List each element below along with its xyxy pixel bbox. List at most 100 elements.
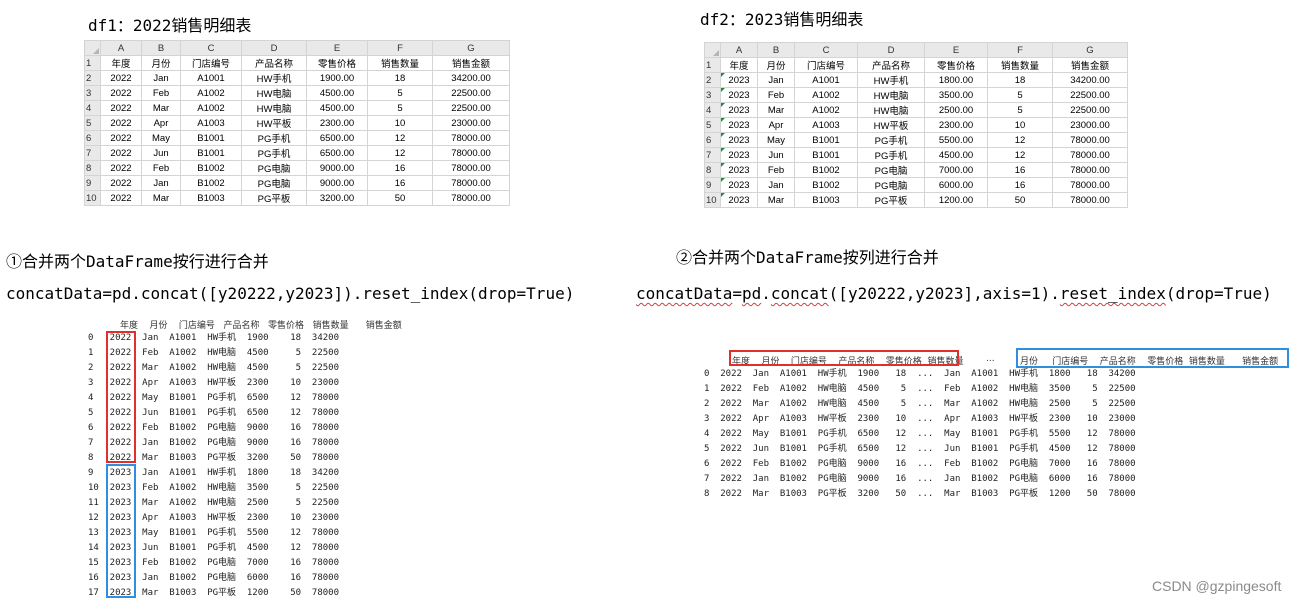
sheet-cell[interactable]: Apr: [141, 115, 181, 131]
row-number[interactable]: 5: [84, 115, 101, 131]
sheet-cell[interactable]: 月份: [757, 57, 795, 73]
column-header[interactable]: F: [367, 40, 433, 56]
sheet-cell[interactable]: 销售金额: [1052, 57, 1128, 73]
sheet-cell[interactable]: 34200.00: [432, 70, 510, 86]
sheet-cell[interactable]: 16: [367, 160, 433, 176]
sheet-cell[interactable]: Jan: [757, 177, 795, 193]
sheet-cell[interactable]: 12: [367, 130, 433, 146]
sheet-cell[interactable]: 12: [987, 132, 1053, 148]
sheet-cell[interactable]: 5: [987, 102, 1053, 118]
sheet-cell[interactable]: B1002: [180, 160, 242, 176]
sheet-cell[interactable]: 年度: [720, 57, 758, 73]
column-header[interactable]: E: [924, 42, 988, 58]
sheet-cell[interactable]: 2022: [100, 85, 142, 101]
row-number[interactable]: 5: [704, 117, 721, 133]
sheet-cell[interactable]: 22500.00: [432, 85, 510, 101]
sheet-cell[interactable]: 16: [367, 175, 433, 191]
sheet-cell[interactable]: 6000.00: [924, 177, 988, 193]
sheet-cell[interactable]: B1001: [180, 130, 242, 146]
column-header[interactable]: C: [180, 40, 242, 56]
sheet-cell[interactable]: 34200.00: [1052, 72, 1128, 88]
sheet-cell[interactable]: 5: [987, 87, 1053, 103]
sheet-cell[interactable]: 2022: [100, 160, 142, 176]
sheet-cell[interactable]: A1003: [180, 115, 242, 131]
sheet-cell[interactable]: 2022: [100, 100, 142, 116]
sheet-cell[interactable]: 78000.00: [432, 145, 510, 161]
row-number[interactable]: 9: [704, 177, 721, 193]
row-number[interactable]: 10: [704, 192, 721, 208]
sheet-cell[interactable]: A1002: [180, 100, 242, 116]
sheet-cell[interactable]: Feb: [141, 160, 181, 176]
sheet-cell[interactable]: 78000.00: [432, 175, 510, 191]
column-header[interactable]: G: [1052, 42, 1128, 58]
sheet-cell[interactable]: 78000.00: [1052, 192, 1128, 208]
sheet-cell[interactable]: 2023: [720, 147, 758, 163]
sheet-cell[interactable]: A1001: [794, 72, 858, 88]
row-number[interactable]: 2: [84, 70, 101, 86]
sheet-cell[interactable]: HW电脑: [857, 87, 925, 103]
sheet-cell[interactable]: Feb: [757, 87, 795, 103]
sheet-cell[interactable]: 1900.00: [306, 70, 368, 86]
row-number[interactable]: 4: [704, 102, 721, 118]
sheet-cell[interactable]: 22500.00: [1052, 102, 1128, 118]
sheet-cell[interactable]: 产品名称: [857, 57, 925, 73]
column-header[interactable]: G: [432, 40, 510, 56]
sheet-cell[interactable]: 2023: [720, 102, 758, 118]
sheet-cell[interactable]: 年度: [100, 55, 142, 71]
column-header[interactable]: E: [306, 40, 368, 56]
row-number[interactable]: 3: [704, 87, 721, 103]
sheet-cell[interactable]: Mar: [757, 192, 795, 208]
sheet-cell[interactable]: 2300.00: [924, 117, 988, 133]
sheet-cell[interactable]: 7000.00: [924, 162, 988, 178]
sheet-cell[interactable]: PG手机: [857, 147, 925, 163]
sheet-cell[interactable]: 2300.00: [306, 115, 368, 131]
sheet-cell[interactable]: 5500.00: [924, 132, 988, 148]
sheet-cell[interactable]: 23000.00: [432, 115, 510, 131]
sheet-cell[interactable]: Jun: [141, 145, 181, 161]
sheet-cell[interactable]: 2022: [100, 130, 142, 146]
sheet-cell[interactable]: May: [757, 132, 795, 148]
sheet-cell[interactable]: 4500.00: [306, 100, 368, 116]
sheet-cell[interactable]: HW电脑: [241, 85, 307, 101]
row-number[interactable]: 1: [704, 57, 721, 73]
sheet-cell[interactable]: PG手机: [241, 130, 307, 146]
row-number[interactable]: 1: [84, 55, 101, 71]
sheet-cell[interactable]: 2022: [100, 115, 142, 131]
row-number[interactable]: 8: [704, 162, 721, 178]
sheet-cell[interactable]: 18: [367, 70, 433, 86]
sheet-cell[interactable]: Jan: [757, 72, 795, 88]
sheet-cell[interactable]: B1001: [794, 132, 858, 148]
row-number[interactable]: 6: [84, 130, 101, 146]
sheet-cell[interactable]: 9000.00: [306, 175, 368, 191]
row-number[interactable]: 2: [704, 72, 721, 88]
column-header[interactable]: D: [241, 40, 307, 56]
sheet-cell[interactable]: 门店编号: [794, 57, 858, 73]
sheet-cell[interactable]: Mar: [757, 102, 795, 118]
row-number[interactable]: 7: [84, 145, 101, 161]
sheet-cell[interactable]: PG电脑: [857, 177, 925, 193]
sheet-cell[interactable]: 10: [367, 115, 433, 131]
sheet-cell[interactable]: 2023: [720, 132, 758, 148]
sheet-cell[interactable]: 10: [987, 117, 1053, 133]
sheet-cell[interactable]: HW电脑: [241, 100, 307, 116]
column-header[interactable]: A: [720, 42, 758, 58]
sheet-cell[interactable]: HW手机: [857, 72, 925, 88]
sheet-cell[interactable]: B1003: [794, 192, 858, 208]
sheet-cell[interactable]: 3200.00: [306, 190, 368, 206]
sheet-cell[interactable]: 2023: [720, 72, 758, 88]
sheet-cell[interactable]: 2022: [100, 190, 142, 206]
sheet-corner[interactable]: [704, 42, 721, 58]
sheet-cell[interactable]: 销售数量: [987, 57, 1053, 73]
sheet-cell[interactable]: 5: [367, 100, 433, 116]
sheet-cell[interactable]: 2500.00: [924, 102, 988, 118]
sheet-cell[interactable]: 12: [367, 145, 433, 161]
sheet-cell[interactable]: 5: [367, 85, 433, 101]
row-number[interactable]: 8: [84, 160, 101, 176]
row-number[interactable]: 4: [84, 100, 101, 116]
sheet-cell[interactable]: A1002: [794, 87, 858, 103]
sheet-cell[interactable]: 16: [987, 162, 1053, 178]
sheet-cell[interactable]: 6500.00: [306, 145, 368, 161]
column-header[interactable]: A: [100, 40, 142, 56]
sheet-cell[interactable]: 产品名称: [241, 55, 307, 71]
sheet-cell[interactable]: HW手机: [241, 70, 307, 86]
